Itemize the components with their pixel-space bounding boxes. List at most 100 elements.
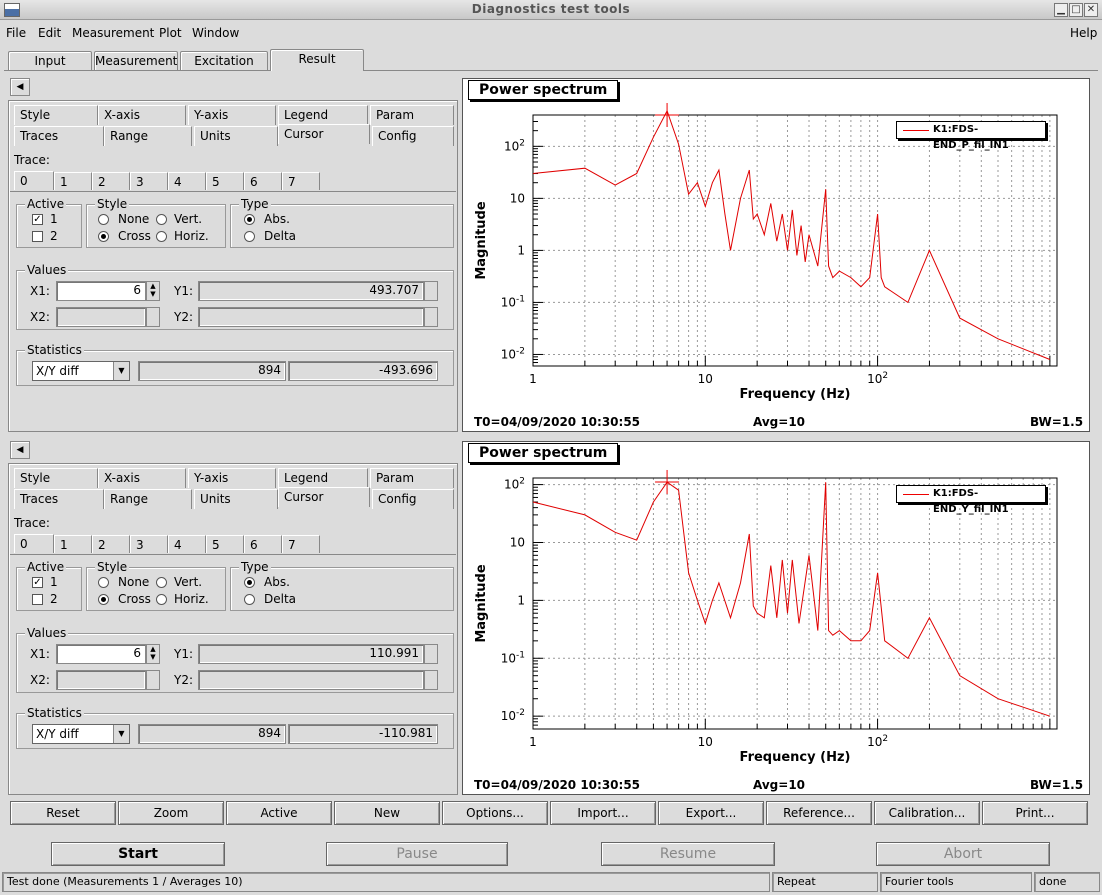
tab-measurement[interactable]: Measurement (94, 51, 178, 71)
option-tab-range[interactable]: Range (104, 489, 192, 509)
plot-2-legend[interactable]: K1:FDS-END_Y_fil_IN1 (896, 485, 1046, 515)
collapse-left-icon[interactable]: ◀ (10, 441, 30, 459)
y1-stepper-icon[interactable] (424, 281, 438, 301)
trace-tab-5[interactable]: 5 (206, 535, 244, 553)
style-cross-radio[interactable] (98, 231, 109, 242)
menu-window[interactable]: Window (192, 26, 239, 40)
option-tab-cursor[interactable]: Cursor (278, 124, 370, 144)
zoom-button[interactable]: Zoom (118, 801, 224, 825)
collapse-left-icon[interactable]: ◀ (10, 78, 30, 96)
y2-stepper-icon[interactable] (424, 307, 438, 327)
pause-button[interactable]: Pause (326, 842, 508, 866)
trace-tab-6[interactable]: 6 (244, 172, 282, 190)
export-button[interactable]: Export... (658, 801, 764, 825)
option-tab-y-axis[interactable]: Y-axis (188, 105, 276, 125)
option-tab-config[interactable]: Config (372, 126, 454, 146)
trace-tab-3[interactable]: 3 (130, 172, 168, 190)
x2-stepper-icon[interactable] (146, 307, 160, 327)
style-vert-radio[interactable] (156, 214, 167, 225)
style-cross-radio[interactable] (98, 594, 109, 605)
x2-stepper-icon[interactable] (146, 670, 160, 690)
style-vert-radio[interactable] (156, 577, 167, 588)
menu-plot[interactable]: Plot (159, 26, 182, 40)
trace-tab-5[interactable]: 5 (206, 172, 244, 190)
style-horiz-radio[interactable] (156, 594, 167, 605)
x1-input[interactable]: 6 (56, 281, 146, 301)
option-tab-traces[interactable]: Traces (14, 489, 104, 509)
reset-button[interactable]: Reset (10, 801, 116, 825)
abort-button[interactable]: Abort (876, 842, 1050, 866)
option-tab-x-axis[interactable]: X-axis (98, 105, 186, 125)
type-delta-label: Delta (264, 229, 297, 243)
option-tab-config[interactable]: Config (372, 489, 454, 509)
trace-tab-7[interactable]: 7 (282, 535, 320, 553)
maximize-icon[interactable]: □ (1069, 3, 1083, 17)
trace-tab-2[interactable]: 2 (92, 535, 130, 553)
resume-button[interactable]: Resume (601, 842, 775, 866)
minimize-icon[interactable]: ▁ (1054, 3, 1068, 17)
menu-help[interactable]: Help (1070, 26, 1097, 40)
option-tab-traces[interactable]: Traces (14, 126, 104, 146)
type-abs-radio[interactable] (244, 577, 255, 588)
option-tab-range[interactable]: Range (104, 126, 192, 146)
option-tab-param[interactable]: Param (370, 105, 454, 125)
close-icon[interactable]: ✕ (1084, 3, 1098, 17)
active-2-checkbox[interactable] (32, 231, 43, 242)
option-tab-legend[interactable]: Legend (278, 468, 368, 488)
option-tab-legend[interactable]: Legend (278, 105, 368, 125)
statistics-mode-select[interactable]: X/Y diff ▼ (32, 724, 130, 744)
option-tab-param[interactable]: Param (370, 468, 454, 488)
menu-measurement[interactable]: Measurement (72, 26, 154, 40)
calibration-button[interactable]: Calibration... (874, 801, 980, 825)
start-button[interactable]: Start (51, 842, 225, 866)
type-abs-radio[interactable] (244, 214, 255, 225)
menu-edit[interactable]: Edit (38, 26, 61, 40)
trace-tab-4[interactable]: 4 (168, 535, 206, 553)
option-tab-units[interactable]: Units (194, 126, 278, 146)
style-none-radio[interactable] (98, 214, 109, 225)
style-none-label: None (118, 212, 150, 226)
plot-1-legend[interactable]: K1:FDS-END_P_fil_IN1 (896, 121, 1046, 151)
type-delta-radio[interactable] (244, 594, 255, 605)
active-1-checkbox[interactable]: ✓ (32, 214, 43, 225)
style-none-radio[interactable] (98, 577, 109, 588)
tab-result[interactable]: Result (270, 49, 364, 71)
active-2-checkbox[interactable] (32, 594, 43, 605)
y1-stepper-icon[interactable] (424, 644, 438, 664)
options-button[interactable]: Options... (442, 801, 548, 825)
x2-field[interactable] (56, 307, 146, 327)
trace-tab-1[interactable]: 1 (54, 535, 92, 553)
reference-button[interactable]: Reference... (766, 801, 872, 825)
trace-tab-4[interactable]: 4 (168, 172, 206, 190)
trace-label: Trace: (14, 153, 50, 167)
x2-field[interactable] (56, 670, 146, 690)
active-1-checkbox[interactable]: ✓ (32, 577, 43, 588)
trace-tab-3[interactable]: 3 (130, 535, 168, 553)
trace-tab-1[interactable]: 1 (54, 172, 92, 190)
trace-tab-0[interactable]: 0 (14, 534, 54, 553)
statistics-mode-select[interactable]: X/Y diff ▼ (32, 361, 130, 381)
tab-input[interactable]: Input (8, 51, 92, 71)
menu-file[interactable]: File (6, 26, 26, 40)
trace-tab-7[interactable]: 7 (282, 172, 320, 190)
import-button[interactable]: Import... (550, 801, 656, 825)
style-horiz-radio[interactable] (156, 231, 167, 242)
print-button[interactable]: Print... (982, 801, 1088, 825)
new-button[interactable]: New (334, 801, 440, 825)
trace-tab-2[interactable]: 2 (92, 172, 130, 190)
y2-stepper-icon[interactable] (424, 670, 438, 690)
trace-tab-0[interactable]: 0 (14, 171, 54, 190)
x1-stepper-icon[interactable]: ▲ ▼ (146, 281, 160, 301)
tab-excitation[interactable]: Excitation (180, 51, 268, 71)
option-tab-y-axis[interactable]: Y-axis (188, 468, 276, 488)
option-tab-style[interactable]: Style (14, 105, 98, 125)
trace-tab-6[interactable]: 6 (244, 535, 282, 553)
type-delta-radio[interactable] (244, 231, 255, 242)
active-button[interactable]: Active (226, 801, 332, 825)
option-tab-style[interactable]: Style (14, 468, 98, 488)
option-tab-x-axis[interactable]: X-axis (98, 468, 186, 488)
option-tab-units[interactable]: Units (194, 489, 278, 509)
x1-stepper-icon[interactable]: ▲ ▼ (146, 644, 160, 664)
option-tab-cursor[interactable]: Cursor (278, 487, 370, 507)
x1-input[interactable]: 6 (56, 644, 146, 664)
